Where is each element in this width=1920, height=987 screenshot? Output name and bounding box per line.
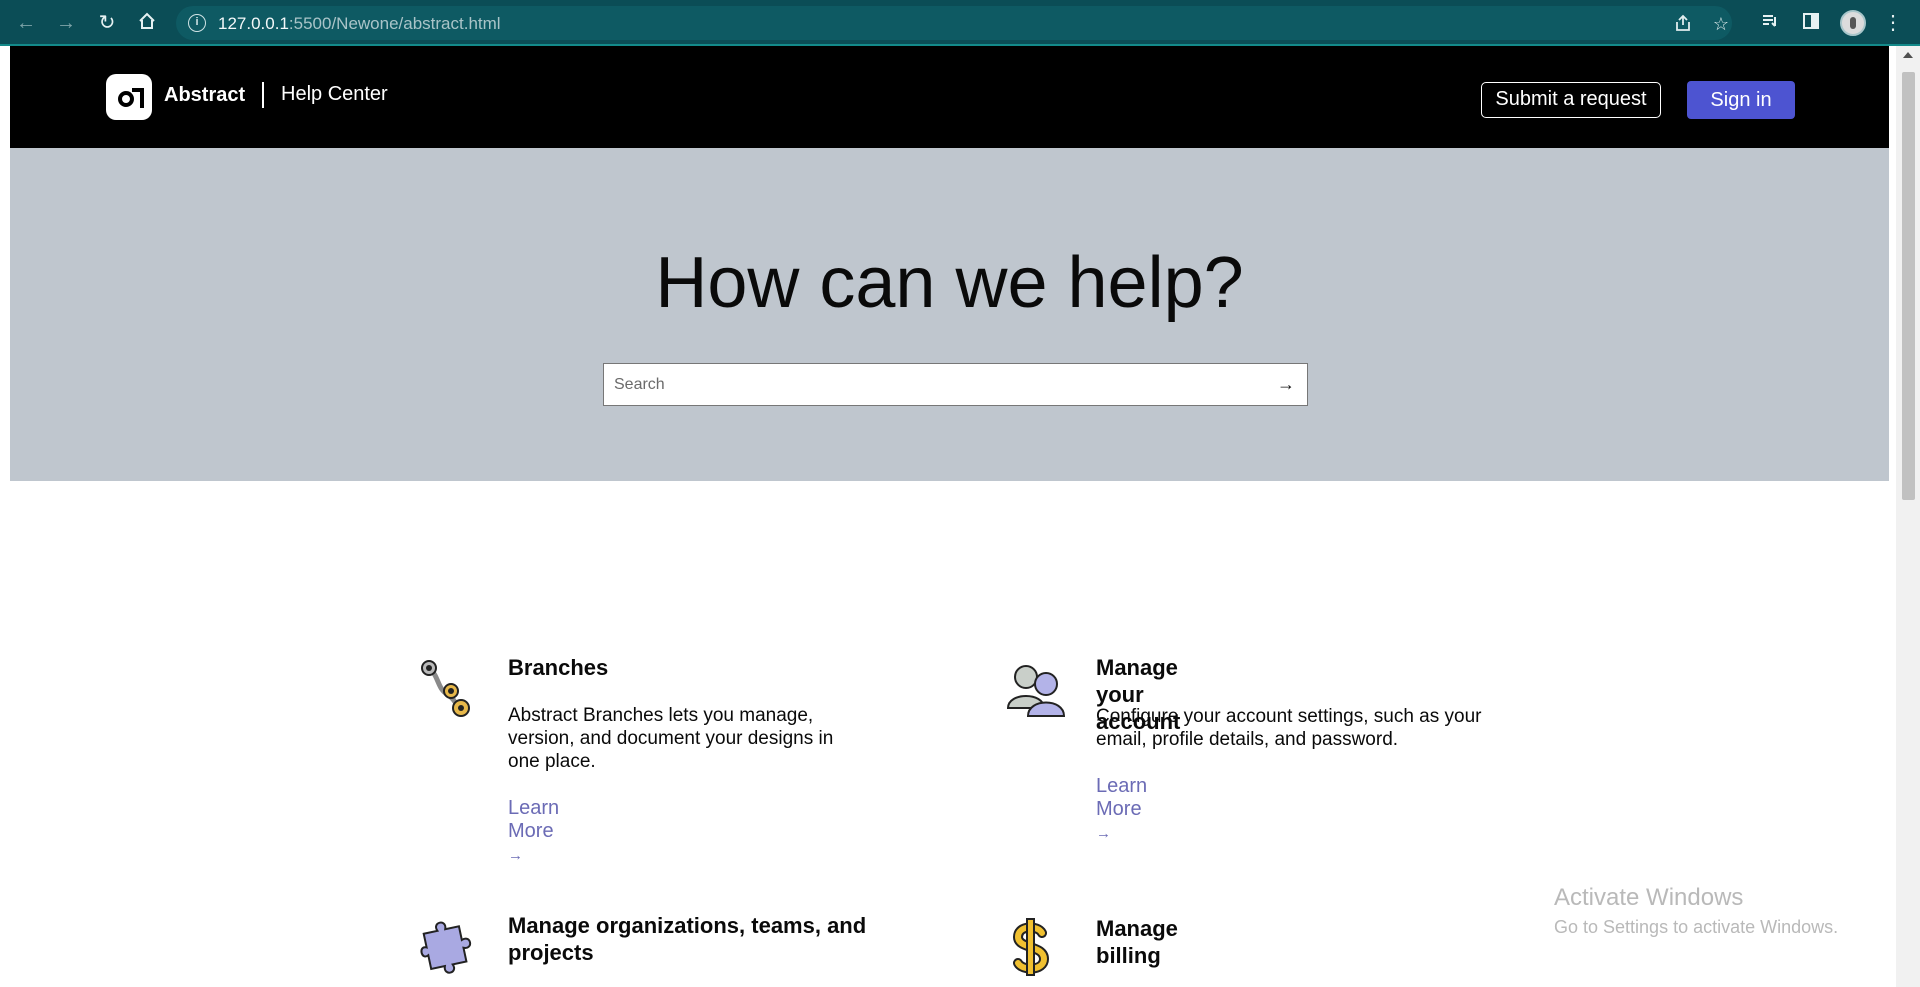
scroll-up-arrow-icon[interactable]	[1903, 52, 1913, 58]
users-icon	[1006, 660, 1066, 722]
bookmark-star-icon[interactable]: ☆	[1710, 13, 1732, 35]
more-menu-icon[interactable]: ⋮	[1881, 11, 1905, 35]
activate-windows-watermark: Activate Windows	[1554, 884, 1744, 911]
abstract-logo-icon[interactable]	[106, 74, 152, 120]
profile-avatar[interactable]	[1840, 10, 1866, 36]
address-bar[interactable]: i 127.0.0.1:5500/Newone/abstract.html ☆	[176, 6, 1732, 40]
activate-windows-subtitle: Go to Settings to activate Windows.	[1554, 917, 1839, 937]
hero-title: How can we help?	[655, 243, 1244, 323]
puzzle-piece-icon	[419, 913, 477, 975]
side-panel-icon[interactable]	[1799, 11, 1823, 35]
forward-arrow-icon[interactable]: →	[54, 11, 78, 35]
learn-more-link[interactable]: Learn More →	[1096, 775, 1147, 844]
card-description: Abstract Branches lets you manage, versi…	[508, 705, 834, 772]
card-title: Branches	[508, 655, 609, 680]
home-icon[interactable]	[135, 11, 159, 35]
reading-list-icon[interactable]	[1759, 11, 1783, 35]
search-submit-arrow-icon[interactable]: →	[1275, 373, 1297, 395]
site-info-icon[interactable]: i	[188, 14, 206, 32]
card-title: Manage organizations, teams, and project…	[508, 913, 867, 965]
learn-more-link[interactable]: Learn More →	[508, 797, 559, 866]
site-header: Abstract Help Center Submit a request Si…	[10, 46, 1889, 148]
url-text[interactable]: 127.0.0.1:5500/Newone/abstract.html	[218, 14, 501, 34]
back-arrow-icon[interactable]: ←	[14, 11, 38, 35]
help-center-label[interactable]: Help Center	[281, 83, 388, 106]
brand-name[interactable]: Abstract	[164, 84, 245, 107]
hero-section: How can we help? →	[10, 148, 1889, 481]
page-scrollbar[interactable]	[1896, 46, 1920, 987]
header-divider	[262, 82, 264, 108]
dollar-icon	[1006, 917, 1064, 979]
card-title: Manage billing	[1096, 916, 1178, 968]
card-description: Configure your account settings, such as…	[1096, 706, 1482, 750]
branches-icon	[419, 658, 477, 720]
scroll-thumb[interactable]	[1902, 72, 1915, 500]
browser-toolbar: ← → ↻ i 127.0.0.1:5500/Newone/abstract.h…	[0, 0, 1920, 46]
search-box: →	[603, 363, 1308, 406]
submit-request-button[interactable]: Submit a request	[1481, 82, 1661, 118]
sign-in-button[interactable]: Sign in	[1687, 81, 1795, 119]
share-icon[interactable]	[1672, 13, 1694, 35]
search-input[interactable]	[614, 364, 1254, 405]
reload-icon[interactable]: ↻	[95, 11, 119, 35]
